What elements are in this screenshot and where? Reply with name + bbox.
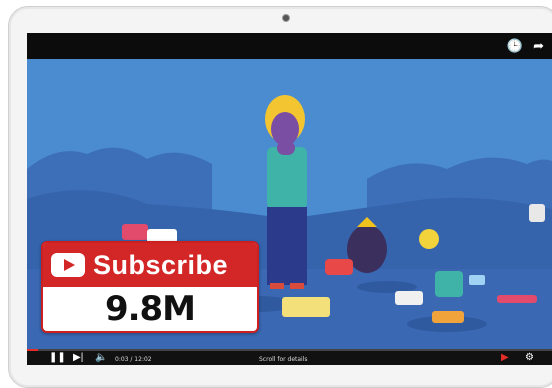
webcam-icon bbox=[282, 14, 290, 22]
time-display: 0:03 / 12:02 bbox=[115, 356, 152, 363]
subscribe-label: Subscribe bbox=[93, 249, 229, 280]
scroll-hint: Scroll for details bbox=[259, 356, 308, 363]
youtube-button-icon[interactable]: ▶ bbox=[501, 351, 509, 365]
pause-icon[interactable]: ❚❚ bbox=[49, 351, 66, 365]
volume-icon[interactable]: 🔈 bbox=[95, 351, 107, 365]
video-player[interactable]: 🕒 ➦ Subscribe 9.8M ❚❚ ▶| 🔈 0:03 / 12:02 … bbox=[27, 33, 552, 365]
clock-icon[interactable]: 🕒 bbox=[507, 38, 523, 54]
player-top-bar: 🕒 ➦ bbox=[27, 33, 552, 59]
player-controls: ❚❚ ▶| 🔈 0:03 / 12:02 Scroll for details … bbox=[27, 349, 552, 365]
settings-icon[interactable]: ⚙ bbox=[525, 351, 534, 365]
next-icon[interactable]: ▶| bbox=[73, 351, 83, 365]
share-icon[interactable]: ➦ bbox=[533, 38, 544, 54]
subscribe-badge[interactable]: Subscribe 9.8M bbox=[41, 241, 259, 333]
subscribe-banner: Subscribe bbox=[43, 243, 257, 287]
subscriber-count: 9.8M bbox=[104, 289, 196, 329]
youtube-icon bbox=[51, 253, 85, 277]
